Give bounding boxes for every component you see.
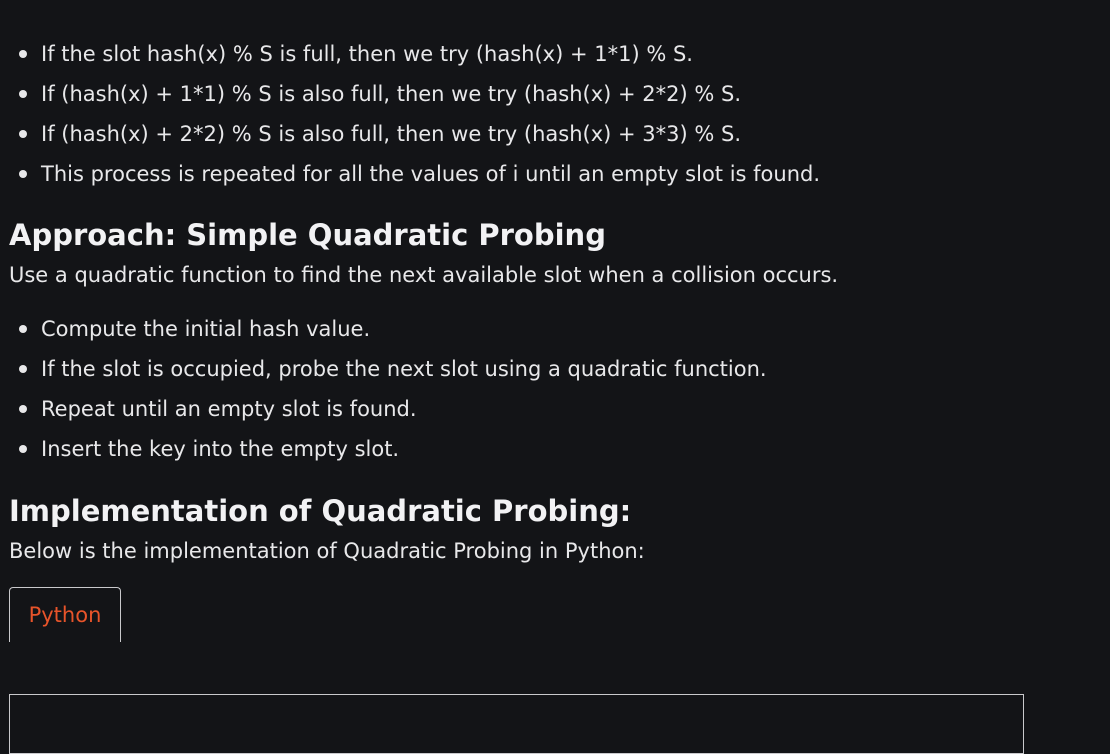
bullet-icon (19, 445, 27, 453)
list-item: Compute the initial hash value. (19, 309, 1110, 349)
list-item-text: Repeat until an empty slot is found. (41, 397, 417, 421)
approach-steps-list: Compute the initial hash value. If the s… (9, 309, 1110, 469)
list-item-text: If (hash(x) + 2*2) % S is also full, the… (41, 122, 742, 146)
list-item-text: Insert the key into the empty slot. (41, 437, 400, 461)
bullet-icon (19, 50, 27, 58)
code-block (9, 694, 1024, 754)
list-item-text: Compute the initial hash value. (41, 317, 371, 341)
list-item-text: If (hash(x) + 1*1) % S is also full, the… (41, 82, 742, 106)
approach-heading: Approach: Simple Quadratic Probing (9, 218, 606, 252)
bullet-icon (19, 170, 27, 178)
list-item-text: If the slot is occupied, probe the next … (41, 357, 767, 381)
list-item: If the slot hash(x) % S is full, then we… (19, 34, 1110, 74)
bullet-icon (19, 90, 27, 98)
implementation-description: Below is the implementation of Quadratic… (9, 539, 645, 563)
bullet-icon (19, 365, 27, 373)
list-item: This process is repeated for all the val… (19, 154, 1110, 194)
bullet-icon (19, 405, 27, 413)
code-language-tabs: Python (9, 587, 1110, 643)
list-item: Repeat until an empty slot is found. (19, 389, 1110, 429)
list-item-text: If the slot hash(x) % S is full, then we… (41, 42, 693, 66)
list-item: If (hash(x) + 2*2) % S is also full, the… (19, 114, 1110, 154)
list-item: If (hash(x) + 1*1) % S is also full, the… (19, 74, 1110, 114)
implementation-heading: Implementation of Quadratic Probing: (9, 494, 632, 528)
list-item-text: This process is repeated for all the val… (41, 162, 821, 186)
article-content: If the slot hash(x) % S is full, then we… (0, 0, 1110, 724)
approach-description: Use a quadratic function to find the nex… (9, 263, 839, 287)
list-item: Insert the key into the empty slot. (19, 429, 1110, 469)
bullet-icon (19, 130, 27, 138)
bullet-icon (19, 325, 27, 333)
tab-python[interactable]: Python (9, 587, 121, 642)
probing-sequence-list: If the slot hash(x) % S is full, then we… (9, 34, 1110, 194)
list-item: If the slot is occupied, probe the next … (19, 349, 1110, 389)
